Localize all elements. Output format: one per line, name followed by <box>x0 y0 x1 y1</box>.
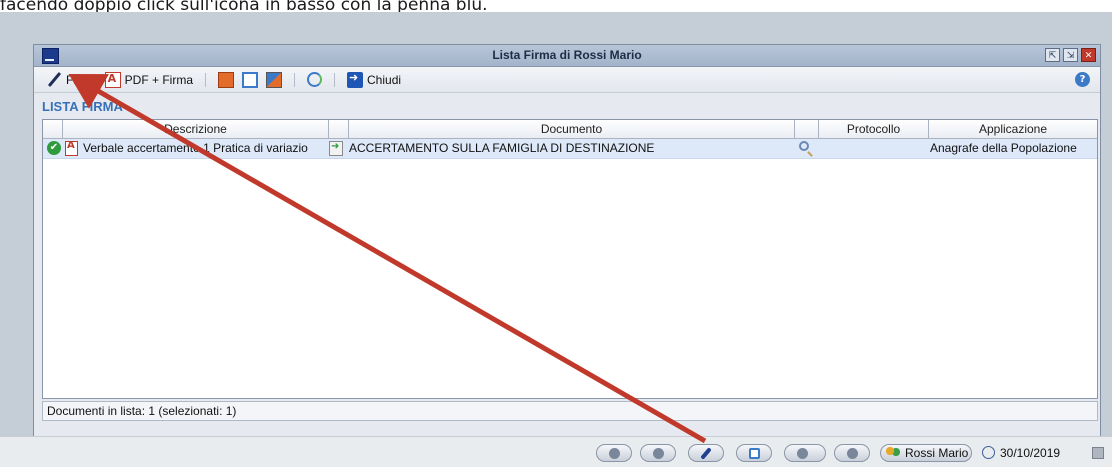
lista-firma-window: Lista Firma di Rossi Mario ⇱ ⇲ ✕ Firma P… <box>33 44 1101 438</box>
col-doc-icon-header[interactable] <box>329 120 349 138</box>
date-display[interactable]: 30/10/2019 <box>982 443 1060 463</box>
status-bar: Documenti in lista: 1 (selezionati: 1) <box>42 401 1098 421</box>
col-descrizione-header[interactable]: Descrizione <box>63 120 329 138</box>
pdf-icon[interactable] <box>65 140 78 156</box>
users-icon <box>885 446 901 460</box>
window-icon <box>242 71 259 88</box>
help-icon[interactable]: ? <box>1075 72 1090 87</box>
firma-label: Firma <box>66 72 97 87</box>
toolbar-separator <box>205 72 207 87</box>
user-button[interactable]: Rossi Mario <box>880 444 972 462</box>
pdf-firma-label: PDF + Firma <box>124 72 194 87</box>
layout-icon <box>266 71 283 88</box>
col-view-header[interactable] <box>795 120 819 138</box>
col-applicazione-header[interactable]: Applicazione <box>929 120 1097 138</box>
view-multi-button[interactable] <box>262 69 286 91</box>
table-header: Descrizione Documento Protocollo Applica… <box>43 120 1097 139</box>
tag-icon <box>847 448 858 459</box>
toolbar: Firma PDF + Firma Chiudi <box>34 67 1100 93</box>
close-button[interactable]: ✕ <box>1081 48 1096 62</box>
pen-icon <box>700 447 712 460</box>
window-title: Lista Firma di Rossi Mario <box>492 48 642 62</box>
taskbar-tag-button[interactable] <box>834 444 870 462</box>
printer-icon <box>653 448 664 459</box>
cell-documento: ACCERTAMENTO SULLA FAMIGLIA DI DESTINAZI… <box>349 141 655 155</box>
pdf-firma-button[interactable]: PDF + Firma <box>101 69 197 91</box>
tools-icon <box>797 448 808 459</box>
window-icon <box>749 448 760 459</box>
exit-icon <box>347 71 364 88</box>
documents-table: Descrizione Documento Protocollo Applica… <box>42 119 1098 399</box>
tray-icon[interactable] <box>1092 447 1104 459</box>
firma-button[interactable]: Firma <box>42 69 101 91</box>
taskbar: Rossi Mario 30/10/2019 <box>0 436 1112 467</box>
table-row[interactable]: ✔ Verbale accertamento 1 Pratica di vari… <box>43 139 1097 159</box>
taskbar-app-button[interactable] <box>596 444 632 462</box>
desktop-area: Lista Firma di Rossi Mario ⇱ ⇲ ✕ Firma P… <box>0 12 1112 438</box>
chiudi-label: Chiudi <box>367 72 402 87</box>
orange-grid-icon <box>218 71 235 88</box>
taskbar-window-button[interactable] <box>736 444 772 462</box>
taskbar-print-button[interactable] <box>640 444 676 462</box>
magnifier-icon[interactable] <box>799 141 809 151</box>
pdf-icon <box>104 71 121 88</box>
col-protocollo-header[interactable]: Protocollo <box>819 120 929 138</box>
window-controls: ⇱ ⇲ ✕ <box>1045 48 1096 62</box>
cell-applicazione: Anagrafe della Popolazione <box>930 141 1077 155</box>
user-name: Rossi Mario <box>905 446 969 460</box>
taskbar-firma-button[interactable] <box>688 444 724 462</box>
check-icon: ✔ <box>47 141 61 155</box>
col-status-header[interactable] <box>43 120 63 138</box>
cell-descrizione: Verbale accertamento 1 Pratica di variaz… <box>83 141 308 155</box>
date-text: 30/10/2019 <box>1000 446 1061 460</box>
pen-icon <box>46 72 62 88</box>
toolbar-separator <box>294 72 296 87</box>
app-icon <box>609 448 620 459</box>
toolbar-separator <box>334 72 336 87</box>
view-blue-button[interactable] <box>238 69 262 91</box>
document-open-icon[interactable] <box>329 141 343 156</box>
chiudi-button[interactable]: Chiudi <box>343 69 405 91</box>
refresh-icon <box>307 72 323 87</box>
cell-protocollo <box>821 139 927 158</box>
refresh-button[interactable] <box>303 69 326 91</box>
restore-button[interactable]: ⇱ <box>1045 48 1060 62</box>
calendar-icon <box>982 446 995 460</box>
maximize-button[interactable]: ⇲ <box>1063 48 1078 62</box>
col-documento-header[interactable]: Documento <box>349 120 795 138</box>
section-title: LISTA FIRMA <box>42 99 123 114</box>
taskbar-tools-button[interactable] <box>784 444 826 462</box>
view-orange-button[interactable] <box>214 69 238 91</box>
window-titlebar[interactable]: Lista Firma di Rossi Mario ⇱ ⇲ ✕ <box>34 45 1100 67</box>
